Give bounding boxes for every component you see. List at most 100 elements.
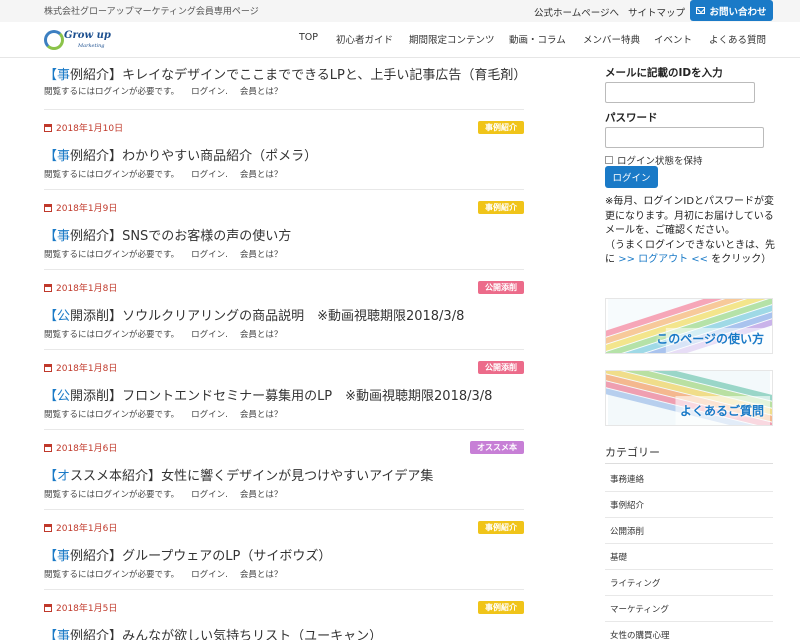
post-login-link[interactable]: ログイン. [191,570,228,580]
post-title-category: 例紹介 [70,229,110,244]
what-is-member-link[interactable]: 会員とは？ [240,410,283,420]
post-login-link[interactable]: ログイン. [191,410,228,420]
post-item: 2018年1月9日 事例紹介 【事例紹介】SNSでのお客様の声の使い方 閲覧するにはロ… [44,190,524,270]
post-title[interactable]: 【公開添削】ソウルクリアリングの商品説明 ※動画視聴期限2018/3/8 [44,305,464,324]
post-login-link[interactable]: ログイン. [191,87,228,97]
post-meta: 閲覧するにはログインが必要です。 ログイン. 会員とは？ [44,328,282,340]
remember-login[interactable]: ログイン状態を保持 [605,153,703,167]
login-required-text: 閲覧するにはログインが必要です。 [44,330,180,340]
category-item[interactable]: ライティング [605,570,773,596]
faq-banner[interactable]: よくあるご質問 [605,370,773,426]
category-heading: カテゴリー [605,446,660,459]
remember-checkbox[interactable] [605,156,613,164]
mail-icon [696,7,706,14]
post-meta: 閲覧するにはログインが必要です。 ログイン. 会員とは？ [44,168,282,180]
calendar-icon [44,523,52,532]
category-badge[interactable]: 公開添削 [478,281,524,294]
calendar-icon [44,603,52,612]
login-required-text: 閲覧するにはログインが必要です。 [44,410,180,420]
post-item: 2018年1月6日 オススメ本 【オススメ本紹介】女性に響くデザインが見つけやすいア… [44,430,524,510]
notice-text: ※毎月、ログインIDとパスワードが変更になります。月初にお届けしているメールを、… [605,196,775,237]
category-badge[interactable]: 事例紹介 [478,601,524,614]
category-item[interactable]: 事例紹介 [605,492,773,518]
contact-button[interactable]: お問い合わせ [690,0,773,21]
category-badge[interactable]: 公開添削 [478,361,524,374]
category-divider [605,463,773,464]
faq-banner-label: よくあるご質問 [679,404,764,418]
what-is-member-link[interactable]: 会員とは？ [240,170,283,180]
post-title-text: 女性に響くデザインが見つけやすいアイデア集 [161,469,434,484]
what-is-member-link[interactable]: 会員とは？ [240,87,283,97]
post-title-category: 開添削 [70,389,110,404]
post-title[interactable]: 【事例紹介】みんなが欲しい気持ちリスト（ユーキャン） [44,625,382,640]
what-is-member-link[interactable]: 会員とは？ [240,250,283,260]
post-title-category-initial: 事 [57,149,71,164]
what-is-member-link[interactable]: 会員とは？ [240,330,283,340]
post-meta: 閲覧するにはログインが必要です。 ログイン. 会員とは？ [44,568,282,580]
post-title-text: わかりやすい商品紹介（ポメラ） [122,149,318,164]
nav-events[interactable]: イベント [654,32,692,46]
post-title-category-initial: 事 [57,229,71,244]
post-login-link[interactable]: ログイン. [191,170,228,180]
category-item[interactable]: マーケティング [605,596,773,622]
calendar-icon [44,363,52,372]
post-item: 2018年1月8日 公開添削 【公開添削】ソウルクリアリングの商品説明 ※動画視聴期… [44,270,524,350]
login-button[interactable]: ログイン [605,166,658,188]
post-title-category-initial: 事 [57,629,71,640]
post-date: 2018年1月10日 [44,121,123,134]
post-title[interactable]: 【オススメ本紹介】女性に響くデザインが見つけやすいアイデア集 [44,465,433,484]
password-input[interactable] [605,127,764,148]
post-title-text: フロントエンドセミナー募集用のLP ※動画視聴期限2018/3/8 [122,389,493,404]
post-date: 2018年1月6日 [44,521,117,534]
post-title-text: キレイなデザインでここまでできるLPと、上手い記事広告（育毛剤） [122,68,527,83]
remember-label: ログイン状態を保持 [617,156,703,167]
logout-link[interactable]: >> ログアウト << [618,254,708,265]
sitemap-link[interactable]: サイトマップ [628,5,685,19]
post-login-link[interactable]: ログイン. [191,330,228,340]
category-badge[interactable]: 事例紹介 [478,521,524,534]
post-date-text: 2018年1月5日 [56,604,118,614]
post-title[interactable]: 【事例紹介】キレイなデザインでここまでできるLPと、上手い記事広告（育毛剤） [44,64,526,83]
category-badge[interactable]: 事例紹介 [478,121,524,134]
post-login-link[interactable]: ログイン. [191,250,228,260]
post-title-text: みんなが欲しい気持ちリスト（ユーキャン） [122,629,383,640]
category-item[interactable]: 事務連絡 [605,466,773,492]
post-title-category-initial: 公 [57,309,71,324]
post-login-link[interactable]: ログイン. [191,490,228,500]
nav-member-benefits[interactable]: メンバー特典 [583,32,640,46]
calendar-icon [44,283,52,292]
post-item: 2018年1月8日 公開添削 【公開添削】フロントエンドセミナー募集用のLP ※動画… [44,350,524,430]
category-badge[interactable]: オススメ本 [470,441,524,454]
post-date-text: 2018年1月8日 [56,364,118,374]
category-badge[interactable]: 事例紹介 [478,201,524,214]
post-item: 【事例紹介】キレイなデザインでここまでできるLPと、上手い記事広告（育毛剤） 閲覧… [44,0,526,110]
login-required-text: 閲覧するにはログインが必要です。 [44,250,180,260]
login-required-text: 閲覧するにはログインが必要です。 [44,170,180,180]
post-title[interactable]: 【事例紹介】わかりやすい商品紹介（ポメラ） [44,145,317,164]
post-meta: 閲覧するにはログインが必要です。 ログイン. 会員とは？ [44,85,282,97]
category-item[interactable]: 女性の購買心理 [605,622,773,640]
post-title-category-initial: 事 [57,68,71,83]
login-id-input[interactable] [605,82,755,103]
login-notice: ※毎月、ログインIDとパスワードが変更になります。月初にお届けしているメールを、… [605,195,775,268]
post-meta: 閲覧するにはログインが必要です。 ログイン. 会員とは？ [44,408,282,420]
category-item[interactable]: 基礎 [605,544,773,570]
post-title[interactable]: 【事例紹介】SNSでのお客様の声の使い方 [44,225,291,244]
official-homepage-link[interactable]: 公式ホームページへ [534,5,619,19]
post-title[interactable]: 【公開添削】フロントエンドセミナー募集用のLP ※動画視聴期限2018/3/8 [44,385,492,404]
post-date: 2018年1月9日 [44,201,117,214]
nav-faq[interactable]: よくある質問 [709,32,766,46]
post-title-category-initial: 公 [57,389,71,404]
category-item[interactable]: 公開添削 [605,518,773,544]
how-to-use-banner[interactable]: このページの使い方 [605,298,773,354]
post-date-text: 2018年1月6日 [56,524,118,534]
contact-button-label: お問い合わせ [709,6,767,18]
post-item: 2018年1月5日 事例紹介 【事例紹介】みんなが欲しい気持ちリスト（ユーキャン） [44,590,524,640]
post-title-category: 例紹介 [70,68,110,83]
what-is-member-link[interactable]: 会員とは？ [240,490,283,500]
post-date: 2018年1月8日 [44,361,117,374]
post-title-category: 例紹介 [70,629,110,640]
what-is-member-link[interactable]: 会員とは？ [240,570,283,580]
notice-text-3: をクリック） [711,254,772,266]
post-title[interactable]: 【事例紹介】グループウェアのLP（サイボウズ） [44,545,331,564]
